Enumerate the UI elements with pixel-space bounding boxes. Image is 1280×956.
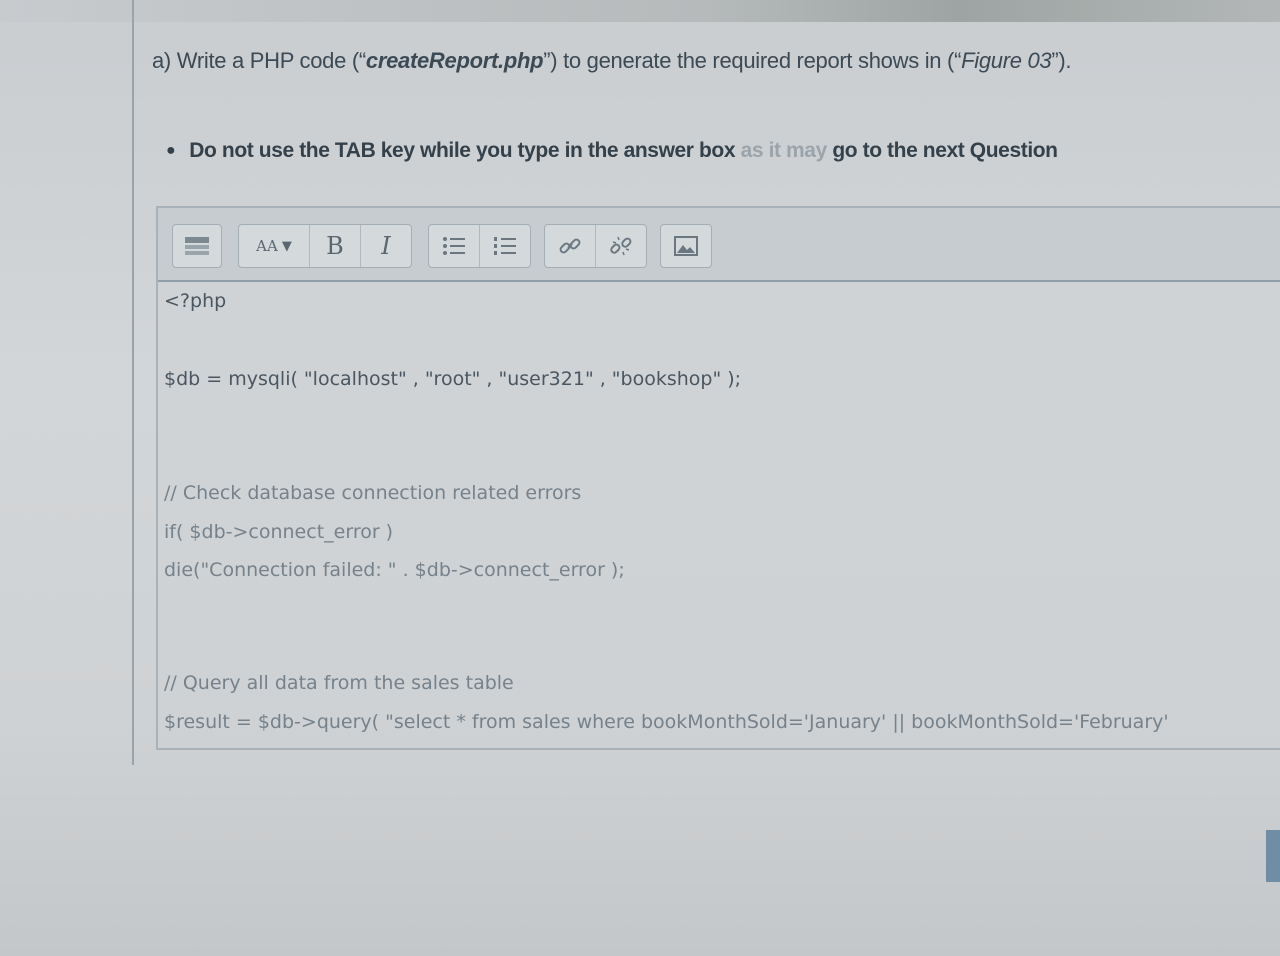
toolbar-group-media [660,224,712,268]
question-figure: Figure 03 [961,48,1052,73]
bold-button[interactable]: B [310,225,361,267]
code-line: $result = $db->query( "select * from sal… [164,711,1169,733]
question-suffix: ”). [1051,48,1072,73]
toolbar-group-toggle [172,224,222,268]
question-prefix: a) Write a PHP code (“ [152,48,366,73]
note-text: Do not use the TAB key while you type in… [189,139,736,162]
unlink-icon [610,236,632,256]
code-line: if( $db->connect_error ) [164,521,394,543]
code-line: // Check database connection related err… [164,482,582,504]
chevron-down-icon: ▼ [281,238,292,254]
unordered-list-button[interactable] [429,225,480,267]
insert-link-button[interactable] [545,225,596,267]
toolbar-toggle-button[interactable] [173,225,221,267]
code-line: <?php [164,290,227,312]
italic-label: I [381,232,391,260]
ordered-list-button[interactable] [480,225,530,267]
numbered-list-icon [494,237,516,255]
toolbar-group-lists [428,224,531,268]
code-line: die("Connection failed: " . $db->connect… [164,559,625,581]
question-filename: createReport.php [365,48,544,73]
code-line: // Query all data from the sales table [164,672,514,694]
editor-toolbar: AA ▼ B I [158,208,1280,282]
side-button[interactable] [1266,830,1280,882]
keyboard-icon [185,237,209,255]
question-text: a) Write a PHP code (“createReport.php”)… [152,48,1072,74]
bold-label: B [326,232,344,260]
note-faded-text: as it may [740,139,828,162]
image-icon [674,236,698,256]
unlink-button[interactable] [596,225,646,267]
bullet-list-icon [443,237,465,255]
toolbar-group-links [544,224,647,268]
font-size-label: AA [256,237,278,255]
italic-button[interactable]: I [361,225,411,267]
bullet-icon: ● [166,142,176,159]
font-size-button[interactable]: AA ▼ [239,225,310,267]
instruction-note: ● Do not use the TAB key while you type i… [166,139,1058,163]
answer-editor[interactable]: AA ▼ B I <?php $db = mysqli("localhost"… [156,206,1280,750]
toolbar-group-format: AA ▼ B I [238,224,412,268]
code-line: $db = mysqli( "localhost" , "root" , "us… [164,368,742,390]
note-tail: go to the next Question [832,139,1058,162]
link-icon [559,238,581,254]
insert-image-button[interactable] [661,225,711,267]
question-middle: ”) to generate the required report shows… [543,48,962,73]
